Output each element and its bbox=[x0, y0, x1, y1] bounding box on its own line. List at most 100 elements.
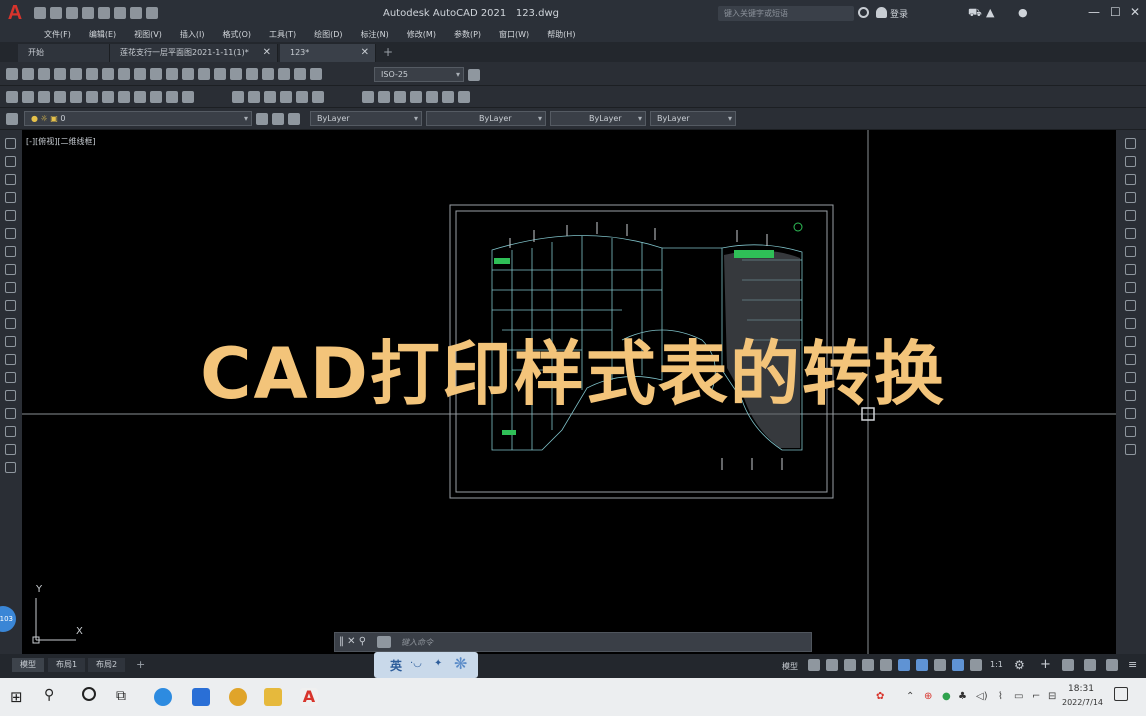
cortana-icon[interactable] bbox=[82, 687, 96, 701]
aligned-dim-icon[interactable] bbox=[22, 68, 34, 80]
lineweight-icon[interactable] bbox=[934, 659, 946, 671]
arc-dim-icon[interactable] bbox=[38, 68, 50, 80]
plot-icon[interactable] bbox=[54, 91, 66, 103]
space-dim-icon[interactable] bbox=[182, 68, 194, 80]
autocad-logo-icon[interactable]: A bbox=[0, 0, 30, 26]
revision-cloud-icon[interactable] bbox=[5, 264, 16, 275]
block-editor-icon[interactable] bbox=[182, 91, 194, 103]
command-line-controls[interactable]: ‖ ✕ ⚲ bbox=[339, 636, 366, 647]
table-icon[interactable] bbox=[5, 444, 16, 455]
task-view-icon[interactable]: ⧉ bbox=[116, 688, 126, 704]
ime-punctuation-icon[interactable]: ·◡ bbox=[410, 658, 422, 669]
tolerance-icon[interactable] bbox=[214, 68, 226, 80]
annotation-scale-icon[interactable] bbox=[970, 659, 982, 671]
radius-dim-icon[interactable] bbox=[70, 68, 82, 80]
file-explorer-icon[interactable] bbox=[264, 688, 282, 706]
markup-icon[interactable] bbox=[426, 91, 438, 103]
ordinate-dim-icon[interactable] bbox=[54, 68, 66, 80]
layer-state-icon[interactable] bbox=[288, 113, 300, 125]
tray-security-icon[interactable]: ⊕ bbox=[924, 691, 932, 702]
infer-icon[interactable] bbox=[844, 659, 856, 671]
tool-palettes-icon[interactable] bbox=[394, 91, 406, 103]
annotation-icon[interactable] bbox=[952, 659, 964, 671]
jogged-linear-icon[interactable] bbox=[262, 68, 274, 80]
tab-drawing-active[interactable]: 123* ✕ bbox=[280, 44, 376, 62]
menu-draw[interactable]: 绘图(D) bbox=[314, 29, 342, 40]
copy-object-icon[interactable] bbox=[1125, 156, 1136, 167]
polyline-icon[interactable] bbox=[5, 174, 16, 185]
help-icon[interactable] bbox=[458, 91, 470, 103]
save-as-icon[interactable] bbox=[82, 7, 94, 19]
cut-icon[interactable] bbox=[118, 91, 130, 103]
ime-toolbar[interactable]: 英 ·◡ ✦ ❋ bbox=[374, 652, 478, 678]
close-tab-icon[interactable]: ✕ bbox=[263, 44, 271, 62]
tray-expand-icon[interactable]: ⌃ bbox=[906, 691, 914, 702]
autodesk-a360-icon[interactable]: ▲ bbox=[986, 6, 994, 19]
notification-icon[interactable] bbox=[1114, 687, 1128, 701]
layer-previous-icon[interactable] bbox=[272, 113, 284, 125]
hardware-accel-icon[interactable] bbox=[1084, 659, 1096, 671]
angular-dim-icon[interactable] bbox=[118, 68, 130, 80]
move-icon[interactable] bbox=[1125, 228, 1136, 239]
menu-window[interactable]: 窗口(W) bbox=[499, 29, 529, 40]
properties-icon[interactable] bbox=[362, 91, 374, 103]
tab-drawing-1[interactable]: 莲花支行一层平面图2021-1-11(1)* ✕ bbox=[110, 44, 278, 62]
save-icon[interactable] bbox=[66, 7, 78, 19]
close-button[interactable]: ✕ bbox=[1130, 5, 1140, 19]
layout-tab-model[interactable]: 模型 bbox=[12, 658, 44, 672]
grid-icon[interactable] bbox=[808, 659, 820, 671]
array-icon[interactable] bbox=[1125, 210, 1136, 221]
break-dim-icon[interactable] bbox=[198, 68, 210, 80]
tray-app-icon[interactable]: ✿ bbox=[876, 691, 884, 702]
design-center-icon[interactable] bbox=[378, 91, 390, 103]
customize-icon[interactable]: + bbox=[1040, 657, 1051, 672]
snap-icon[interactable] bbox=[826, 659, 838, 671]
lineweight-select[interactable]: ByLayer bbox=[550, 111, 646, 126]
zoom-window-icon[interactable] bbox=[296, 91, 308, 103]
tray-qq-icon[interactable]: ♣ bbox=[958, 691, 967, 702]
arc-icon[interactable] bbox=[5, 228, 16, 239]
inspect-icon[interactable] bbox=[246, 68, 258, 80]
search-icon[interactable]: ⚲ bbox=[44, 687, 54, 703]
menu-help[interactable]: 帮助(H) bbox=[547, 29, 575, 40]
new-tab-icon[interactable]: + bbox=[383, 45, 393, 59]
dimstyle-select[interactable]: ISO-25 bbox=[374, 67, 464, 82]
open-file-icon[interactable] bbox=[50, 7, 62, 19]
edit-text-icon[interactable] bbox=[294, 68, 306, 80]
menu-modify[interactable]: 修改(M) bbox=[407, 29, 436, 40]
cart-icon[interactable]: ⛟ bbox=[968, 6, 982, 21]
rotate-icon[interactable] bbox=[1125, 246, 1136, 257]
erase-icon[interactable] bbox=[1125, 138, 1136, 149]
zoom-previous-icon[interactable] bbox=[312, 91, 324, 103]
update-dim-icon[interactable] bbox=[310, 68, 322, 80]
stretch-icon[interactable] bbox=[1125, 282, 1136, 293]
linear-dim-icon[interactable] bbox=[6, 68, 18, 80]
menu-edit[interactable]: 编辑(E) bbox=[89, 29, 116, 40]
volume-icon[interactable]: ◁) bbox=[976, 691, 988, 702]
layout-tab-1[interactable]: 布局1 bbox=[48, 658, 86, 672]
ortho-icon[interactable] bbox=[862, 659, 874, 671]
calculator-icon[interactable] bbox=[442, 91, 454, 103]
blend-icon[interactable] bbox=[1125, 426, 1136, 437]
construction-line-icon[interactable] bbox=[5, 156, 16, 167]
clean-screen-icon[interactable] bbox=[1106, 659, 1118, 671]
layer-select[interactable]: ● ☼ ▣ 0 bbox=[24, 111, 252, 126]
save-icon[interactable] bbox=[38, 91, 50, 103]
help-icon[interactable]: ● bbox=[1018, 6, 1028, 19]
undo-icon[interactable] bbox=[114, 7, 126, 19]
color-select[interactable]: ByLayer bbox=[310, 111, 422, 126]
new-file-icon[interactable] bbox=[34, 7, 46, 19]
trim-icon[interactable] bbox=[1125, 300, 1136, 311]
center-mark-icon[interactable] bbox=[230, 68, 242, 80]
spline-icon[interactable] bbox=[5, 282, 16, 293]
scale-icon[interactable] bbox=[1125, 264, 1136, 275]
clock-time[interactable]: 18:31 bbox=[1068, 684, 1094, 694]
edge-icon[interactable] bbox=[154, 688, 172, 706]
region-icon[interactable] bbox=[5, 426, 16, 437]
quick-dim-icon[interactable] bbox=[134, 68, 146, 80]
rectangle-icon[interactable] bbox=[5, 210, 16, 221]
menu-insert[interactable]: 插入(I) bbox=[180, 29, 205, 40]
pan-icon[interactable] bbox=[264, 91, 276, 103]
input-method-icon[interactable]: ⊟ bbox=[1048, 691, 1056, 702]
login-link[interactable]: 登录 bbox=[890, 7, 908, 20]
